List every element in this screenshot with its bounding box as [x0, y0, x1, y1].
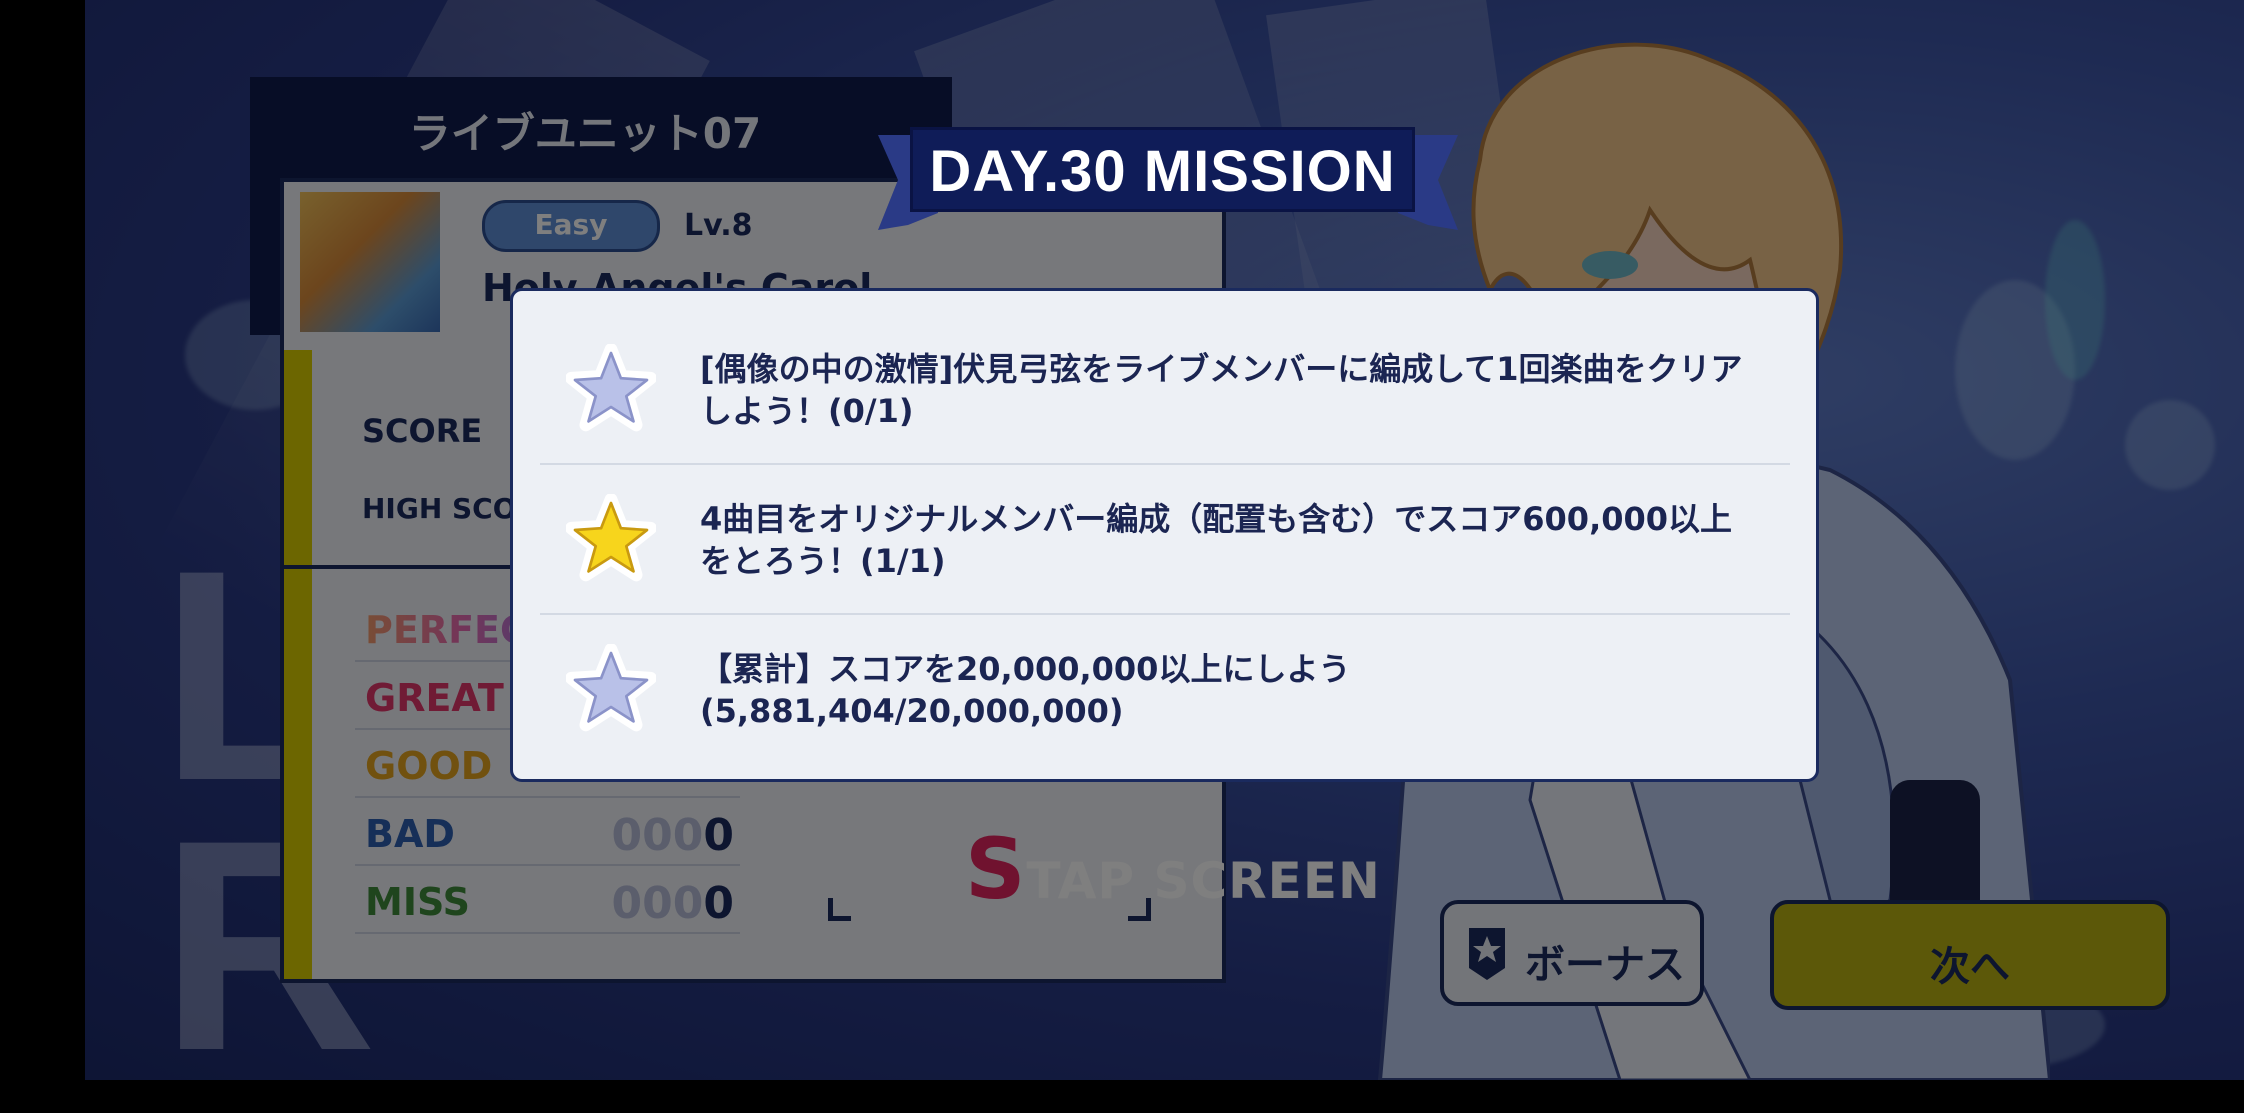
star-filled-icon: [566, 494, 656, 582]
mission-title: DAY.30 MISSION: [929, 139, 1396, 204]
star-icon: [566, 644, 656, 732]
mission-item: 【累計】スコアを20,000,000以上にしよう(5,881,404/20,00…: [540, 610, 1790, 756]
mission-item: [偶像の中の激情]伏見弓弦をライブメンバーに編成して1回楽曲をクリアしよう！(0…: [540, 310, 1790, 456]
star-icon: [566, 344, 656, 432]
mission-text: 4曲目をオリジナルメンバー編成（配置も含む）でスコア600,000以上をとろう！…: [700, 500, 1733, 580]
mission-text: 【累計】スコアを20,000,000以上にしよう(5,881,404/20,00…: [700, 650, 1351, 730]
mission-item-completed: 4曲目をオリジナルメンバー編成（配置も含む）でスコア600,000以上をとろう！…: [540, 460, 1790, 606]
mission-text: [偶像の中の激情]伏見弓弦をライブメンバーに編成して1回楽曲をクリアしよう！(0…: [700, 350, 1743, 430]
